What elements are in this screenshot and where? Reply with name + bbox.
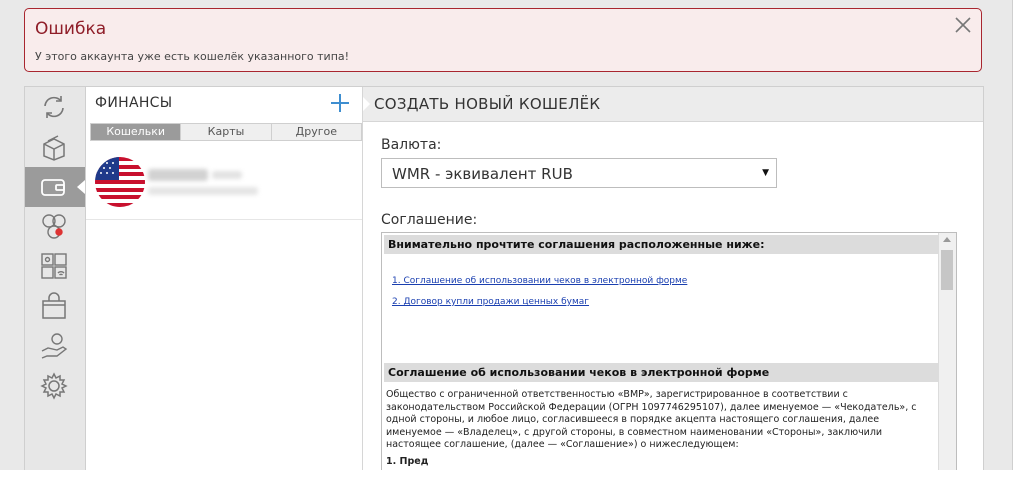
- agreement-label: Соглашение:: [381, 212, 478, 228]
- icon-sidebar: [25, 87, 86, 470]
- error-title: Ошибка: [35, 19, 107, 39]
- finances-title: ФИНАНСЫ: [95, 95, 173, 111]
- sync-icon[interactable]: [39, 92, 69, 122]
- wallet-icon[interactable]: [39, 172, 69, 202]
- wallet-name-blurred: [148, 169, 208, 181]
- scroll-thumb[interactable]: [941, 250, 953, 290]
- create-wallet-title: СОЗДАТЬ НОВЫЙ КОШЕЛЁК: [374, 95, 601, 113]
- app-window: Ошибка У этого аккаунта уже есть кошелёк…: [0, 0, 1013, 470]
- shopping-bag-icon[interactable]: [39, 291, 69, 321]
- phone-icon[interactable]: [39, 251, 69, 281]
- settings-icon[interactable]: [39, 371, 69, 401]
- currency-value: WMR - эквивалент RUB: [392, 165, 573, 183]
- people-icon[interactable]: [39, 211, 69, 241]
- currency-select[interactable]: WMR - эквивалент RUB ▼: [381, 158, 777, 188]
- tab-cards[interactable]: Карты: [181, 124, 272, 140]
- box-icon[interactable]: [39, 132, 69, 162]
- agreement-link-securities[interactable]: 2. Договор купли продажи ценных бумаг: [392, 297, 938, 307]
- scroll-up-icon[interactable]: [943, 237, 951, 242]
- agreement-scrollbar[interactable]: [938, 233, 956, 470]
- active-indicator: [77, 180, 85, 194]
- create-wallet-panel: СОЗДАТЬ НОВЫЙ КОШЕЛЁК Валюта: WMR - экви…: [363, 87, 983, 470]
- main-panel: ФИНАНСЫ Кошельки Карты Другое СОЗДАТЬ НО…: [24, 86, 984, 470]
- header-notch: [363, 97, 370, 111]
- tab-other[interactable]: Другое: [272, 124, 361, 140]
- agreement-section-title: Соглашение об использовании чеков в элек…: [384, 363, 938, 382]
- wallet-id-blurred: [212, 171, 242, 179]
- hand-coin-icon[interactable]: [39, 331, 69, 361]
- add-icon[interactable]: [329, 92, 351, 114]
- agreement-paragraph: Общество с ограниченной ответственностью…: [386, 389, 917, 450]
- error-banner: Ошибка У этого аккаунта уже есть кошелёк…: [24, 8, 982, 72]
- tab-wallets[interactable]: Кошельки: [91, 124, 182, 140]
- agreement-content: Внимательно прочтите соглашения располож…: [384, 235, 938, 468]
- finances-panel: ФИНАНСЫ Кошельки Карты Другое: [86, 87, 363, 470]
- agreement-box[interactable]: Внимательно прочтите соглашения располож…: [381, 232, 957, 470]
- agreement-link-checks[interactable]: 1. Соглашение об использовании чеков в э…: [392, 276, 938, 286]
- us-flag-icon: [95, 157, 145, 207]
- error-message: У этого аккаунта уже есть кошелёк указан…: [35, 50, 350, 63]
- wallet-balance-blurred: [148, 187, 258, 195]
- close-icon[interactable]: [953, 15, 973, 35]
- agreement-intro-heading: Внимательно прочтите соглашения располож…: [384, 235, 938, 254]
- finances-tabs: Кошельки Карты Другое: [90, 123, 362, 141]
- wallet-list-item[interactable]: [86, 149, 362, 220]
- create-wallet-header: СОЗДАТЬ НОВЫЙ КОШЕЛЁК: [363, 87, 983, 122]
- currency-label: Валюта:: [381, 137, 442, 153]
- dropdown-arrow-icon: ▼: [762, 168, 769, 178]
- agreement-next-heading: 1. Пред: [386, 455, 429, 467]
